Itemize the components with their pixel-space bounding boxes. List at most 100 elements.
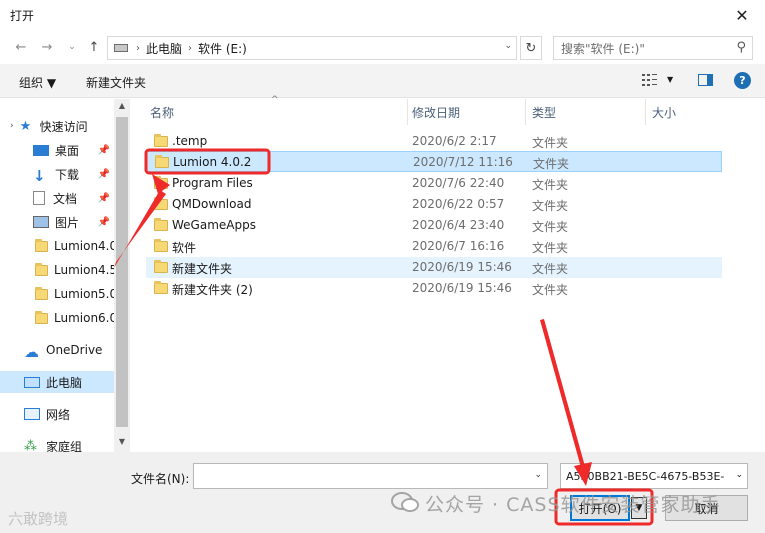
recent-dropdown-icon[interactable]: ⌄	[63, 38, 81, 56]
file-date: 2020/7/12 11:16	[413, 155, 513, 169]
column-divider[interactable]	[407, 99, 408, 125]
column-divider[interactable]	[645, 99, 646, 125]
file-name: QMDownload	[172, 197, 252, 211]
column-header-type[interactable]: 类型	[532, 99, 556, 125]
file-type: 文件夹	[533, 157, 570, 171]
file-name: Lumion 4.0.2	[173, 155, 252, 169]
computer-icon	[24, 376, 40, 388]
expand-chevron-icon[interactable]: ›	[10, 121, 14, 131]
corner-watermark: 六敢跨境	[8, 510, 69, 528]
navigation-pane: › ★ 快速访问 桌面 📌 ↓ 下载 📌 文档 📌 图片 📌 Lumion4.0…	[0, 99, 130, 454]
file-type-filter[interactable]: A550BB21-BE5C-4675-B53E- ⌄	[560, 463, 748, 489]
file-date: 2020/6/22 0:57	[412, 197, 505, 211]
sort-ascending-icon: ^	[271, 95, 279, 105]
sidebar-item-documents[interactable]: 文档 📌	[0, 187, 114, 209]
title-bar: 打开 ✕	[0, 0, 765, 30]
organize-button[interactable]: 组织 ▼	[19, 74, 56, 91]
search-input[interactable]: 搜索"软件 (E:)" ⚲	[553, 36, 753, 60]
sidebar-item-lumion50[interactable]: Lumion5.0	[0, 283, 114, 305]
sidebar-item-pictures[interactable]: 图片 📌	[0, 211, 114, 233]
file-name: 新建文件夹 (2)	[172, 283, 253, 297]
folder-icon	[154, 197, 168, 210]
folder-icon	[154, 134, 168, 147]
download-icon: ↓	[33, 167, 46, 185]
sidebar-item-label: 图片	[55, 215, 80, 230]
file-name: WeGameApps	[172, 218, 256, 232]
scroll-down-icon[interactable]: ▼	[116, 437, 128, 451]
sidebar-item-label: 文档	[53, 191, 78, 206]
file-row[interactable]: QMDownload 2020/6/22 0:57 文件夹	[146, 194, 722, 215]
file-row-selected[interactable]: Lumion 4.0.2 2020/7/12 11:16 文件夹	[146, 151, 722, 172]
preview-pane-icon[interactable]	[698, 74, 713, 86]
filename-label: 文件名(N):	[131, 472, 190, 486]
sidebar-item-label: 网络	[46, 407, 71, 422]
refresh-icon: ↻	[525, 40, 537, 56]
file-date: 2020/6/19 15:46	[412, 260, 512, 274]
navigation-bar: ← → ⌄ ↑ › 此电脑 › 软件 (E:) ⌄ ↻ 搜索"软件 (E:)" …	[0, 30, 765, 64]
file-type: 文件夹	[532, 241, 569, 255]
chevron-right-icon[interactable]: ›	[136, 43, 140, 54]
chevron-right-icon[interactable]: ›	[188, 43, 192, 54]
sidebar-item-onedrive[interactable]: ☁ OneDrive	[0, 339, 114, 361]
file-name: .temp	[172, 134, 208, 148]
sidebar-item-this-pc[interactable]: 此电脑	[0, 371, 114, 393]
breadcrumb-this-pc[interactable]: 此电脑	[146, 40, 182, 57]
file-type: 文件夹	[532, 283, 569, 297]
back-arrow-icon[interactable]: ←	[12, 38, 30, 56]
up-arrow-icon[interactable]: ↑	[85, 38, 103, 56]
chevron-down-icon[interactable]: ⌄	[732, 470, 743, 480]
sidebar-item-desktop[interactable]: 桌面 📌	[0, 139, 114, 161]
wechat-icon	[391, 492, 419, 512]
file-row[interactable]: .temp 2020/6/2 2:17 文件夹	[146, 131, 722, 152]
file-type-filter-value: A550BB21-BE5C-4675-B53E-	[566, 469, 725, 483]
sidebar-item-downloads[interactable]: ↓ 下载 📌	[0, 163, 114, 185]
sidebar-item-lumion40[interactable]: Lumion4.0	[0, 235, 114, 257]
sidebar-item-label: Lumion4.5	[54, 263, 114, 277]
close-icon[interactable]: ✕	[719, 0, 765, 30]
sidebar-item-label: OneDrive	[46, 343, 103, 357]
view-options-icon[interactable]	[642, 73, 658, 87]
sidebar-item-quick-access[interactable]: › ★ 快速访问	[0, 115, 114, 137]
view-dropdown-icon[interactable]: ▼	[667, 75, 673, 84]
file-row[interactable]: Program Files 2020/7/6 22:40 文件夹	[146, 173, 722, 194]
pin-icon: 📌	[97, 216, 110, 228]
folder-icon	[35, 310, 48, 324]
column-divider[interactable]	[525, 99, 526, 125]
file-date: 2020/6/2 2:17	[412, 134, 497, 148]
file-row[interactable]: WeGameApps 2020/6/4 23:40 文件夹	[146, 215, 722, 236]
file-row-hover[interactable]: 新建文件夹 2020/6/19 15:46 文件夹	[146, 257, 722, 278]
folder-icon	[155, 155, 169, 168]
address-bar[interactable]: › 此电脑 › 软件 (E:) ⌄	[107, 36, 517, 60]
sidebar-item-label: 快速访问	[39, 119, 88, 134]
forward-arrow-icon[interactable]: →	[38, 38, 56, 56]
sidebar-item-lumion60[interactable]: Lumion6.0	[0, 307, 114, 329]
column-header-date[interactable]: 修改日期	[412, 99, 460, 125]
filename-input[interactable]: ⌄	[193, 463, 548, 489]
refresh-button[interactable]: ↻	[520, 36, 542, 60]
search-placeholder: 搜索"软件 (E:)"	[561, 41, 645, 56]
sidebar-item-label: Lumion5.0	[54, 287, 114, 301]
file-row[interactable]: 软件 2020/6/7 16:16 文件夹	[146, 236, 722, 257]
help-icon[interactable]: ?	[734, 72, 751, 89]
command-toolbar: 组织 ▼ 新建文件夹 ▼ ?	[0, 64, 765, 98]
file-date: 2020/6/4 23:40	[412, 218, 505, 232]
column-header-name[interactable]: 名称	[150, 99, 174, 125]
new-folder-button[interactable]: 新建文件夹	[86, 74, 146, 91]
file-row[interactable]: 新建文件夹 (2) 2020/6/19 15:46 文件夹	[146, 278, 722, 299]
document-icon	[33, 191, 45, 205]
pin-icon: 📌	[97, 144, 110, 156]
breadcrumb-drive-e[interactable]: 软件 (E:)	[198, 40, 247, 57]
column-header-size[interactable]: 大小	[652, 99, 676, 125]
chevron-down-icon[interactable]: ⌄	[504, 41, 512, 51]
file-type: 文件夹	[532, 262, 569, 276]
star-icon: ★	[19, 119, 32, 134]
sidebar-item-label: 桌面	[55, 143, 80, 158]
folder-icon	[154, 281, 168, 294]
chevron-down-icon[interactable]: ⌄	[534, 470, 542, 480]
search-icon: ⚲	[736, 40, 746, 55]
sidebar-scroll-thumb[interactable]	[116, 117, 128, 427]
watermark-text: 公众号 · CASS软件安装管家助手	[425, 494, 721, 516]
scroll-up-icon[interactable]: ▲	[116, 101, 128, 115]
sidebar-item-network[interactable]: 网络	[0, 403, 114, 425]
sidebar-item-lumion45[interactable]: Lumion4.5	[0, 259, 114, 281]
